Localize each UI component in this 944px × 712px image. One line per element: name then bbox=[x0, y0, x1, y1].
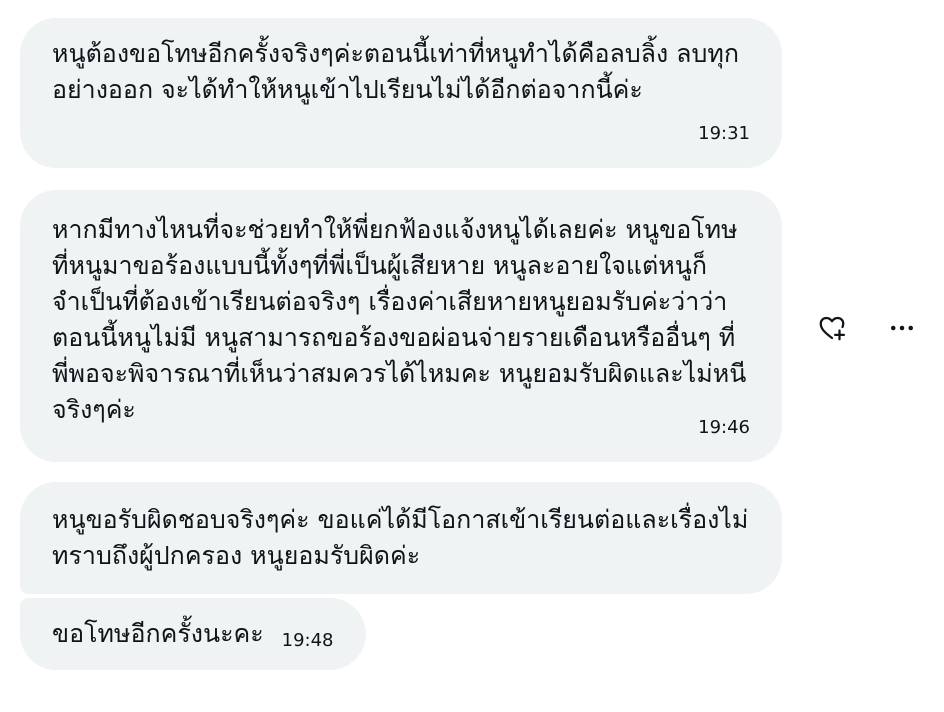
message-bubble[interactable]: หากมีทางไหนที่จะช่วยทำให้พี่ยกฟ้องแจ้งหน… bbox=[20, 190, 782, 462]
more-horizontal-icon[interactable] bbox=[882, 308, 922, 348]
message-bubble[interactable]: หนูต้องขอโทษอีกครั้งจริงๆค่ะตอนนี้เท่าที… bbox=[20, 18, 782, 168]
message-timestamp: 19:31 bbox=[698, 123, 750, 144]
message-timestamp: 19:46 bbox=[698, 417, 750, 438]
message-actions bbox=[808, 308, 928, 348]
message-text: ขอโทษอีกครั้งนะคะ bbox=[52, 619, 264, 648]
message-bubble[interactable]: หนูขอรับผิดชอบจริงๆค่ะ ขอแค่ได้มีโอกาสเข… bbox=[20, 482, 782, 594]
message-timestamp: 19:48 bbox=[281, 630, 334, 651]
message-text: หากมีทางไหนที่จะช่วยทำให้พี่ยกฟ้องแจ้งหน… bbox=[52, 215, 747, 424]
message-text: หนูขอรับผิดชอบจริงๆค่ะ ขอแค่ได้มีโอกาสเข… bbox=[52, 505, 749, 570]
message-text: หนูต้องขอโทษอีกครั้งจริงๆค่ะตอนนี้เท่าที… bbox=[52, 39, 739, 104]
heart-plus-icon[interactable] bbox=[812, 308, 852, 348]
message-bubble[interactable]: ขอโทษอีกครั้งนะคะ 19:48 bbox=[20, 598, 366, 670]
